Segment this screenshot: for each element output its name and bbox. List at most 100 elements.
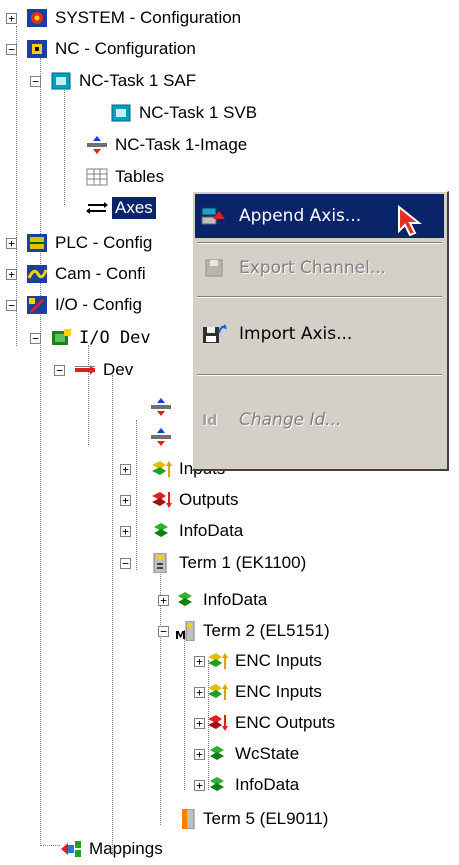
tree-label: ENC Outputs (235, 713, 336, 732)
collapse-icon[interactable]: − (30, 333, 41, 344)
menu-item-export-channel[interactable]: Export Channel... (195, 246, 444, 290)
collapse-icon[interactable]: − (6, 300, 17, 311)
plc-config-icon (27, 234, 47, 252)
system-gear-icon (27, 9, 47, 27)
tree-label: Term 5 (EL9011) (203, 809, 329, 828)
tree-item-term2-infodata[interactable]: + InfoData (194, 772, 302, 798)
inputs-icon (208, 684, 228, 700)
tree-label: InfoData (203, 590, 268, 609)
tree-label: NC-Task 1 SAF (79, 71, 197, 90)
expand-icon[interactable]: + (6, 269, 17, 280)
tree-label: InfoData (235, 775, 300, 794)
infodata-icon (210, 777, 224, 791)
tree-item-enc-inputs-2[interactable]: + ENC Inputs (194, 679, 325, 705)
tree-item-device-image-info[interactable] (150, 424, 176, 450)
process-image-icon (151, 398, 171, 416)
svg-text:M: M (175, 629, 186, 641)
tree-item-term2[interactable]: − M Term 2 (EL5151) (158, 618, 333, 644)
tree-item-term1-infodata[interactable]: + InfoData (158, 587, 270, 613)
tree-item-enc-outputs[interactable]: + ENC Outputs (194, 710, 338, 736)
task-icon (51, 72, 71, 90)
tree-item-outputs[interactable]: + Outputs (120, 487, 242, 513)
end-terminal-icon (182, 809, 195, 829)
mouse-cursor-icon (398, 205, 422, 237)
tree-item-nc-task-saf[interactable]: − NC-Task 1 SAF (30, 68, 199, 94)
tree-label: NC - Configuration (55, 39, 196, 58)
tree-label: Mappings (89, 839, 163, 858)
tree-label: Axes (112, 197, 156, 219)
tree-label: ENC Inputs (235, 682, 322, 701)
import-axis-icon (199, 321, 229, 347)
tree-item-nc-task-image[interactable]: NC-Task 1-Image (54, 132, 250, 158)
terminal-coupler-icon (153, 553, 167, 573)
tree-item-tables[interactable]: Tables (54, 164, 167, 190)
expand-icon[interactable]: + (158, 595, 169, 606)
infodata-icon (210, 746, 224, 760)
tree-item-wcstate[interactable]: + WcState (194, 741, 302, 767)
tree-item-device[interactable]: − Dev (54, 357, 136, 383)
expand-icon[interactable]: + (120, 464, 131, 475)
tree-label: Dev (103, 360, 134, 379)
tree-item-plc[interactable]: + PLC - Config (6, 230, 155, 256)
tree-item-enc-inputs-1[interactable]: + ENC Inputs (194, 648, 325, 674)
tree-label: SYSTEM - Configuration (55, 8, 242, 27)
collapse-icon[interactable]: − (54, 365, 65, 376)
axes-icon (86, 202, 108, 214)
tree-label: Tables (115, 167, 165, 186)
export-channel-icon (199, 255, 229, 281)
menu-item-change-id[interactable]: Id Change Id... (195, 398, 444, 442)
io-config-icon (27, 296, 47, 314)
inputs-icon (152, 461, 172, 477)
tree-label: NC-Task 1 SVB (139, 103, 258, 122)
collapse-icon[interactable]: − (158, 626, 169, 637)
menu-item-import-axis[interactable]: Import Axis... (195, 312, 444, 356)
tree-item-system[interactable]: + SYSTEM - Configuration (6, 5, 244, 31)
expand-icon[interactable]: + (194, 656, 205, 667)
tree-item-io[interactable]: − I/O - Config (6, 292, 145, 318)
menu-item-label: Append Axis... (239, 206, 362, 226)
menu-item-label: Import Axis... (239, 324, 353, 344)
tree-label: I/O - Config (55, 295, 142, 314)
expand-icon[interactable]: + (194, 749, 205, 760)
expand-icon[interactable]: + (120, 495, 131, 506)
expand-icon[interactable]: + (120, 526, 131, 537)
tree-item-nc-task-svb[interactable]: NC-Task 1 SVB (54, 100, 260, 126)
tree-item-term1[interactable]: − Term 1 (EK1100) (120, 550, 309, 576)
tree-label: Cam - Confi (55, 264, 146, 283)
infodata-icon (154, 523, 168, 537)
svg-text:Id: Id (202, 413, 217, 429)
tree-item-axes[interactable]: Axes (54, 195, 156, 221)
collapse-icon[interactable]: − (6, 44, 17, 55)
expand-icon[interactable]: + (6, 238, 17, 249)
outputs-icon (152, 492, 172, 508)
collapse-icon[interactable]: − (120, 558, 131, 569)
device-icon (75, 365, 95, 375)
tree-label: WcState (235, 744, 300, 763)
inputs-icon (208, 653, 228, 669)
terminal-encoder-icon: M (175, 621, 195, 641)
tree-item-infodata[interactable]: + InfoData (120, 518, 246, 544)
collapse-icon[interactable]: − (30, 76, 41, 87)
menu-separator (197, 296, 442, 298)
append-axis-icon (199, 203, 229, 229)
expand-icon[interactable]: + (194, 687, 205, 698)
tree-item-cam[interactable]: + Cam - Confi (6, 261, 149, 287)
tree-item-nc[interactable]: − NC - Configuration (6, 36, 199, 62)
table-icon (86, 168, 108, 186)
process-image-icon (151, 428, 171, 446)
tree-item-mappings[interactable]: Mappings (60, 836, 166, 862)
tree-item-io-devices[interactable]: − I/O Dev (30, 325, 154, 351)
menu-separator (197, 374, 442, 376)
tree-label: Term 2 (EL5151) (203, 621, 330, 640)
expand-icon[interactable]: + (194, 718, 205, 729)
tree-item-device-image[interactable] (150, 394, 176, 420)
tree-item-term5[interactable]: Term 5 (EL9011) (174, 806, 331, 832)
nc-config-icon (27, 40, 47, 58)
cam-config-icon (27, 265, 48, 283)
expand-icon[interactable]: + (194, 780, 205, 791)
expand-icon[interactable]: + (6, 13, 17, 24)
menu-item-label: Export Channel... (239, 258, 387, 278)
menu-separator (197, 242, 442, 244)
change-id-icon: Id (199, 407, 229, 433)
outputs-icon (208, 715, 228, 731)
